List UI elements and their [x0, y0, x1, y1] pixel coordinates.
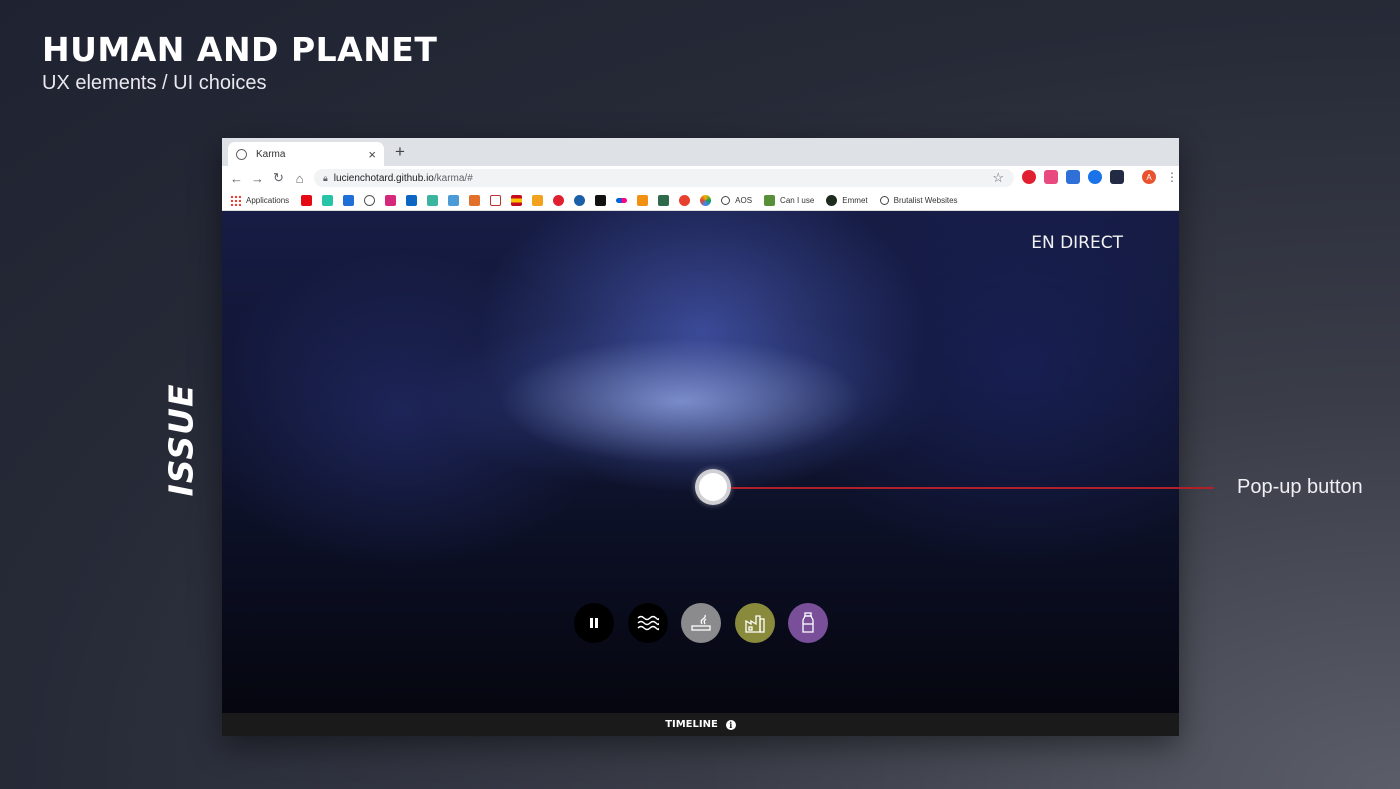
tab-title: Karma: [256, 148, 286, 160]
water-button[interactable]: [627, 603, 668, 643]
new-tab-button[interactable]: +: [395, 143, 405, 160]
netflix-bookmark-icon[interactable]: [301, 194, 313, 206]
bottle-icon: [802, 612, 814, 633]
bookmark-icon[interactable]: [469, 194, 481, 206]
bookmark-brutalist[interactable]: Brutalist Websites: [894, 196, 958, 205]
controls-row: [574, 603, 842, 643]
url-path: /karma/#: [433, 172, 473, 184]
lock-icon: 🔒︎: [323, 172, 328, 183]
waves-icon: [637, 615, 659, 631]
info-icon[interactable]: i: [725, 719, 736, 730]
profile-avatar[interactable]: A: [1142, 170, 1156, 184]
browser-toolbar: ← → ↻ ⌂ 🔒︎ lucienchotard.github.io/karma…: [222, 166, 1179, 190]
plus-extension-icon[interactable]: [1088, 170, 1102, 184]
bookmark-icon[interactable]: [553, 194, 565, 206]
tab-karma[interactable]: Karma ×: [228, 142, 384, 166]
pollution-button[interactable]: [681, 603, 721, 643]
emmet-bookmark-icon[interactable]: [826, 194, 838, 206]
bookmarks-bar: Applications AOS Can I use Emmet Brutali…: [222, 190, 1179, 211]
back-icon[interactable]: ←: [226, 171, 247, 186]
smoke-icon: [691, 614, 711, 631]
timeline-label[interactable]: TIMELINE: [665, 719, 718, 730]
annotation-line: [731, 487, 1214, 489]
browser-window: Karma × + ← → ↻ ⌂ 🔒︎ lucienchotard.githu…: [222, 138, 1179, 736]
pause-button[interactable]: [574, 603, 614, 643]
bookmark-caniuse[interactable]: Can I use: [780, 196, 814, 205]
bookmark-star-icon[interactable]: ☆: [992, 170, 1004, 186]
wappalyzer-extension-icon[interactable]: [1110, 170, 1124, 184]
apps-grid-icon[interactable]: [230, 194, 241, 206]
bookmark-icon[interactable]: [700, 194, 712, 206]
url-host: lucienchotard.github.io: [333, 172, 434, 184]
bookmark-icon[interactable]: [532, 194, 544, 206]
bookmark-icon[interactable]: [343, 194, 355, 206]
popup-button-annotation: Pop-up button: [1237, 476, 1363, 498]
tab-bar: Karma × +: [222, 138, 1179, 166]
factory-icon: [744, 615, 765, 633]
bookmark-icon[interactable]: [658, 194, 670, 206]
slide-title: HUMAN AND PLANET: [42, 30, 438, 69]
bookmark-icon[interactable]: [679, 194, 691, 206]
bookmark-icon[interactable]: [490, 194, 502, 206]
instagram-bookmark-icon[interactable]: [385, 194, 397, 206]
bookmark-icon[interactable]: [574, 194, 586, 206]
globe-icon: [721, 195, 731, 205]
pause-icon: [590, 618, 598, 628]
spain-flag-bookmark-icon[interactable]: [511, 194, 523, 206]
bookmark-icon[interactable]: [427, 194, 439, 206]
caniuse-bookmark-icon[interactable]: [764, 194, 776, 206]
calendar-extension-icon[interactable]: [1044, 170, 1058, 184]
browser-menu-icon[interactable]: ⋮: [1166, 170, 1178, 184]
industry-button[interactable]: [734, 603, 775, 643]
live-label: EN DIRECT: [1031, 233, 1123, 253]
reload-icon[interactable]: ↻: [268, 170, 289, 186]
timeline-bar[interactable]: TIMELINE i: [222, 713, 1179, 736]
bookmark-icon[interactable]: [364, 194, 376, 206]
bookmark-icon[interactable]: [595, 194, 607, 206]
screenshot-extension-icon[interactable]: [1066, 170, 1080, 184]
bookmark-icon[interactable]: [637, 194, 649, 206]
plastic-button[interactable]: [788, 603, 828, 643]
linkedin-bookmark-icon[interactable]: [406, 194, 418, 206]
home-icon[interactable]: ⌂: [289, 171, 310, 186]
url-text[interactable]: lucienchotard.github.io/karma/#: [334, 173, 993, 184]
extensions-area: A ⋮: [1022, 170, 1178, 184]
w3schools-bookmark-icon[interactable]: [448, 194, 460, 206]
opera-extension-icon[interactable]: [1022, 170, 1036, 184]
forward-icon[interactable]: →: [247, 171, 268, 186]
bookmark-applications[interactable]: Applications: [246, 196, 289, 205]
bookmark-aos[interactable]: AOS: [735, 196, 752, 205]
close-tab-icon[interactable]: ×: [368, 148, 376, 161]
slide-subtitle: UX elements / UI choices: [42, 72, 267, 94]
flickr-bookmark-icon[interactable]: [616, 197, 628, 203]
bookmark-emmet[interactable]: Emmet: [842, 196, 867, 205]
address-bar[interactable]: 🔒︎ lucienchotard.github.io/karma/# ☆: [314, 169, 1014, 187]
karma-page: EN DIRECT: [222, 211, 1179, 713]
popup-button[interactable]: [695, 469, 731, 505]
globe-icon: [879, 195, 889, 205]
issue-side-label: ISSUE: [161, 383, 201, 497]
bookmark-icon[interactable]: [322, 194, 334, 206]
karma-favicon-icon: [236, 148, 247, 160]
